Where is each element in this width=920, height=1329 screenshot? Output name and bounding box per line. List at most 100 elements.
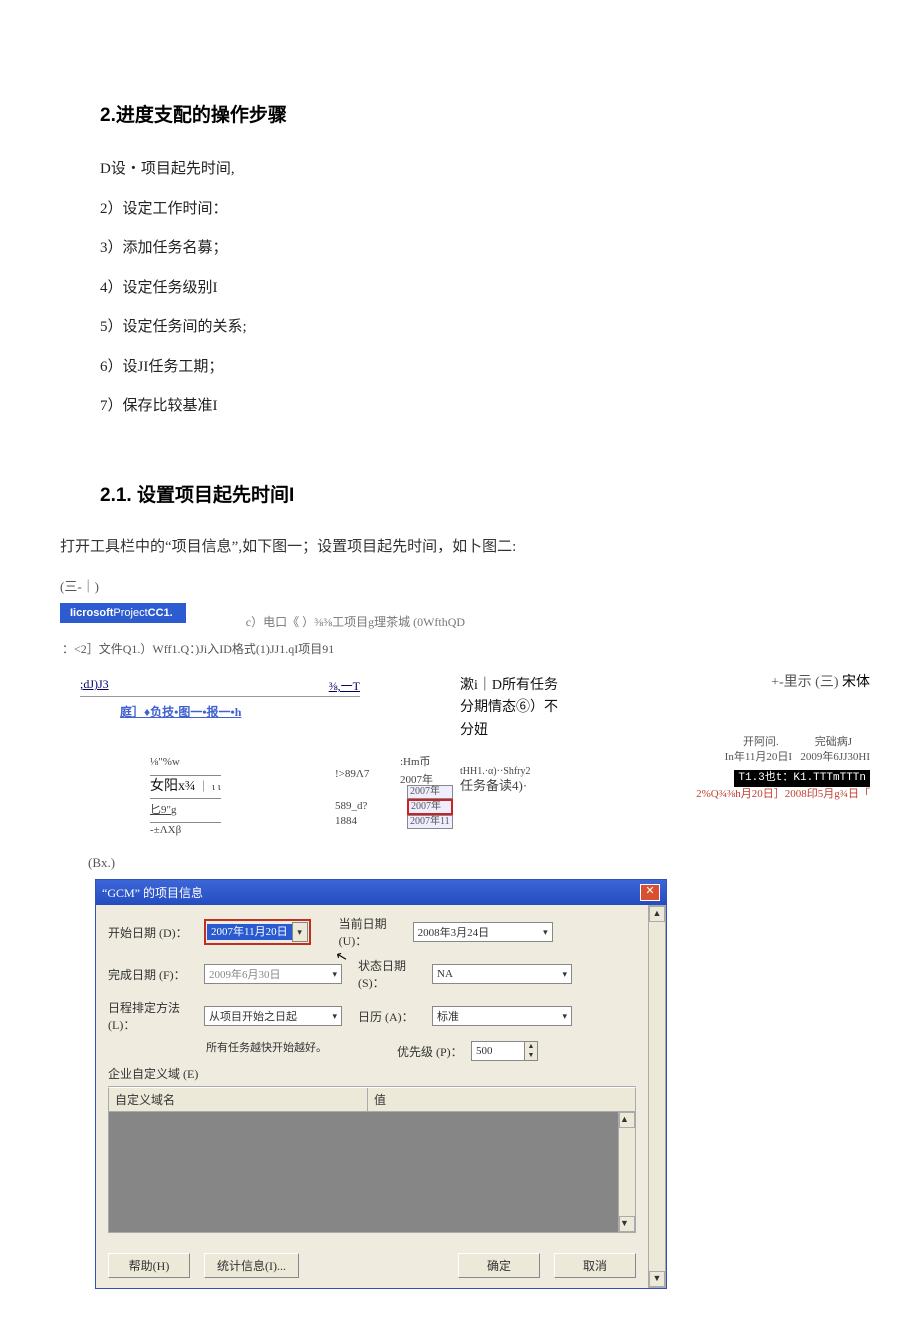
rb-c: In年11月20日I (725, 751, 792, 763)
figure1-label: (三-｜) (60, 576, 860, 595)
link-row-text: 庭］♦负技•图一•报一•h (120, 705, 241, 719)
label-status-date: 状态日期 (S)： (358, 957, 432, 991)
right-block: 开阿问. 完础病J In年11月20日I 2009年6JJ30HI T1.3也t：… (640, 735, 870, 803)
instruction-paragraph: 打开工具栏中的“项目信息”,如下图一；设置项目起先时间，如卜图二: (60, 535, 860, 561)
label-finish-date: 完成日期 (F)： (108, 966, 204, 983)
calendar-field[interactable]: 标准 (432, 1006, 572, 1026)
section-heading-2: 2.进度支配的操作步骤 (100, 100, 860, 127)
spinner-down-icon[interactable]: ▼ (525, 1051, 537, 1060)
column-stack-4: tHH1.·α)··Shfry2 任务备读4)· (460, 765, 531, 795)
st2-a: !>89Λ7 (335, 767, 369, 781)
step-4: 5）设定任务间的关系; (100, 315, 860, 341)
start-date-highlight: 2007年11月20日 ▾ (204, 919, 311, 945)
black-bar: T1.3也t：K1.TTTmTTTn (734, 770, 870, 787)
toolbar-left-text: ;dJ)J3 (80, 677, 109, 694)
title-bar: IicrosoftProjectCC1. (60, 603, 186, 623)
right-note: c）电口《 ）⅜⅜工项目g理茶城 (0WfthQD (246, 613, 465, 630)
rb-d: 2009年6JJ30HI (800, 751, 870, 763)
grid-col-name: 自定义域名 (109, 1088, 368, 1111)
outer-scroll-down-icon[interactable]: ▼ (649, 1271, 665, 1287)
grid-scrollbar[interactable]: ▲ ▼ (618, 1112, 635, 1232)
status-date-value: NA (437, 968, 453, 980)
priority-spinner[interactable]: 500 ▲▼ (471, 1041, 538, 1061)
step-3: 4）设定任务级别I (100, 276, 860, 302)
outer-scrollbar[interactable]: ▲ ▼ (648, 905, 666, 1288)
grid-header: 自定义域名 值 (108, 1087, 636, 1112)
priority-value: 500 (472, 1042, 524, 1060)
statistics-button[interactable]: 统计信息(I)... (204, 1253, 299, 1278)
dialog-title-text: “GCM” 的项目信息 (102, 884, 203, 901)
current-date-value: 2008年3月24日 (418, 924, 490, 940)
st2-c: 1884 (335, 814, 369, 828)
schedule-note: 所有任务越快开始越好。 (206, 1039, 327, 1055)
step-2: 3）添加任务名募； (100, 236, 860, 262)
finish-date-field[interactable]: 2009年6月30日 (204, 964, 342, 984)
label-current-date: 当前日期 (U)： (339, 915, 413, 949)
step-1: 2）设定工作时间： (100, 197, 860, 223)
label-priority: 优先级 (P)： (397, 1043, 471, 1060)
menu-row: ：<2］文件Q1.）Wff1.Q：)Ji入ID格式(1)JJ1.qI项目91 (62, 640, 860, 657)
start-date-dropdown-icon[interactable]: ▾ (292, 922, 308, 942)
label-schedule-from: 日程排定方法 (L)： (108, 999, 204, 1033)
close-icon[interactable]: ✕ (640, 884, 660, 901)
st1-d: -±ΛXβ (150, 823, 221, 837)
column-stack-3: :Hm币 2007年 (400, 755, 433, 788)
toolbar-right-text: ⅜,一T (329, 677, 360, 694)
finish-date-value: 2009年6月30日 (209, 966, 281, 982)
st2-b: 589_d? (335, 799, 369, 813)
titlebar-product: Project (113, 607, 147, 619)
st1-b: 女阳x¾ (150, 779, 196, 794)
project-info-dialog: “GCM” 的项目信息 ✕ 开始日期 (D)： 2007年11月20日 ▾ 当前… (95, 879, 667, 1289)
st4-b: 任务备读4)· (460, 778, 531, 795)
rb-e: 2%Q¾⅜h月20日］2008印5月g¾日「 (640, 787, 870, 802)
toolbar-underline: ;dJ)J3 ⅜,一T (80, 675, 360, 697)
st1-a: ⅛"%w (150, 755, 221, 769)
start-date-field[interactable]: 2007年11月20日 (207, 924, 292, 940)
figure2-label: (Bx.) (88, 855, 860, 871)
help-button[interactable]: 帮助(H) (108, 1253, 190, 1278)
cancel-button[interactable]: 取消 (554, 1253, 636, 1278)
ok-button[interactable]: 确定 (458, 1253, 540, 1278)
scroll-down-icon[interactable]: ▼ (619, 1216, 635, 1232)
current-date-field[interactable]: 2008年3月24日 (413, 922, 553, 942)
label-custom-fields: 企业自定义域 (E) (108, 1065, 636, 1082)
rb-a: 开阿问. (743, 736, 779, 748)
grid-col-value: 值 (368, 1088, 635, 1111)
label-start-date: 开始日期 (D)： (108, 924, 204, 941)
yr2-highlight: 2007年 (407, 799, 453, 815)
schedule-from-value: 从项目开始之日起 (209, 1008, 297, 1024)
font-name: 宋体 (842, 675, 870, 690)
status-date-field[interactable]: NA (432, 964, 572, 984)
show-font-text: +-里示 (三) 宋体 (771, 671, 870, 691)
year-stack: 2007年 2007年 2007年11 (407, 785, 453, 829)
spinner-up-icon[interactable]: ▲ (525, 1042, 537, 1051)
yr1: 2007年 (407, 785, 453, 799)
titlebar-suffix: CC1. (148, 607, 173, 619)
filter-line2: 分期情态⑥）不 (460, 697, 610, 719)
yr3: 2007年11 (407, 815, 453, 829)
section-heading-2-1: 2.1. 设置项目起先时间I (100, 480, 860, 507)
titlebar-app: Iicrosoft (70, 607, 113, 619)
st1-c: 匕9"g (150, 804, 177, 816)
step-5: 6）设JI任务工期； (100, 355, 860, 381)
calendar-value: 标准 (437, 1008, 459, 1024)
step-6: 7）保存比较基准I (100, 394, 860, 420)
filter-text: 漱i｜D所有任务 分期情态⑥）不 分妞 (460, 675, 610, 742)
figure1-toolbar: IicrosoftProjectCC1. c）电口《 ）⅜⅜工项目g理茶城 (0… (60, 603, 860, 845)
st4-a: tHH1.·α)··Shfry2 (460, 765, 531, 778)
dialog-button-bar: 帮助(H) 统计信息(I)... 确定 取消 (96, 1243, 648, 1288)
rb-b: 完础病J (815, 736, 852, 748)
label-calendar: 日历 (A)： (358, 1008, 432, 1025)
outer-scroll-up-icon[interactable]: ▲ (649, 906, 665, 922)
scroll-up-icon[interactable]: ▲ (619, 1112, 635, 1128)
st3: :Hm币 (400, 755, 433, 769)
st1-b2: ｜ ι ι (198, 781, 220, 793)
filter-line3: 分妞 (460, 720, 610, 742)
step-0: D设・项目起先时间, (100, 157, 860, 183)
filter-line1: 漱i｜D所有任务 (460, 675, 610, 697)
column-stack-2: !>89Λ7 589_d? 1884 (335, 767, 369, 828)
grid-body: ▲ ▼ (108, 1112, 636, 1233)
column-stack-1: ⅛"%w 女阳x¾ ｜ ι ι 匕9"g -±ΛXβ (150, 755, 221, 837)
show-label: +-里示 (三) (771, 675, 838, 690)
schedule-from-field[interactable]: 从项目开始之日起 (204, 1006, 342, 1026)
